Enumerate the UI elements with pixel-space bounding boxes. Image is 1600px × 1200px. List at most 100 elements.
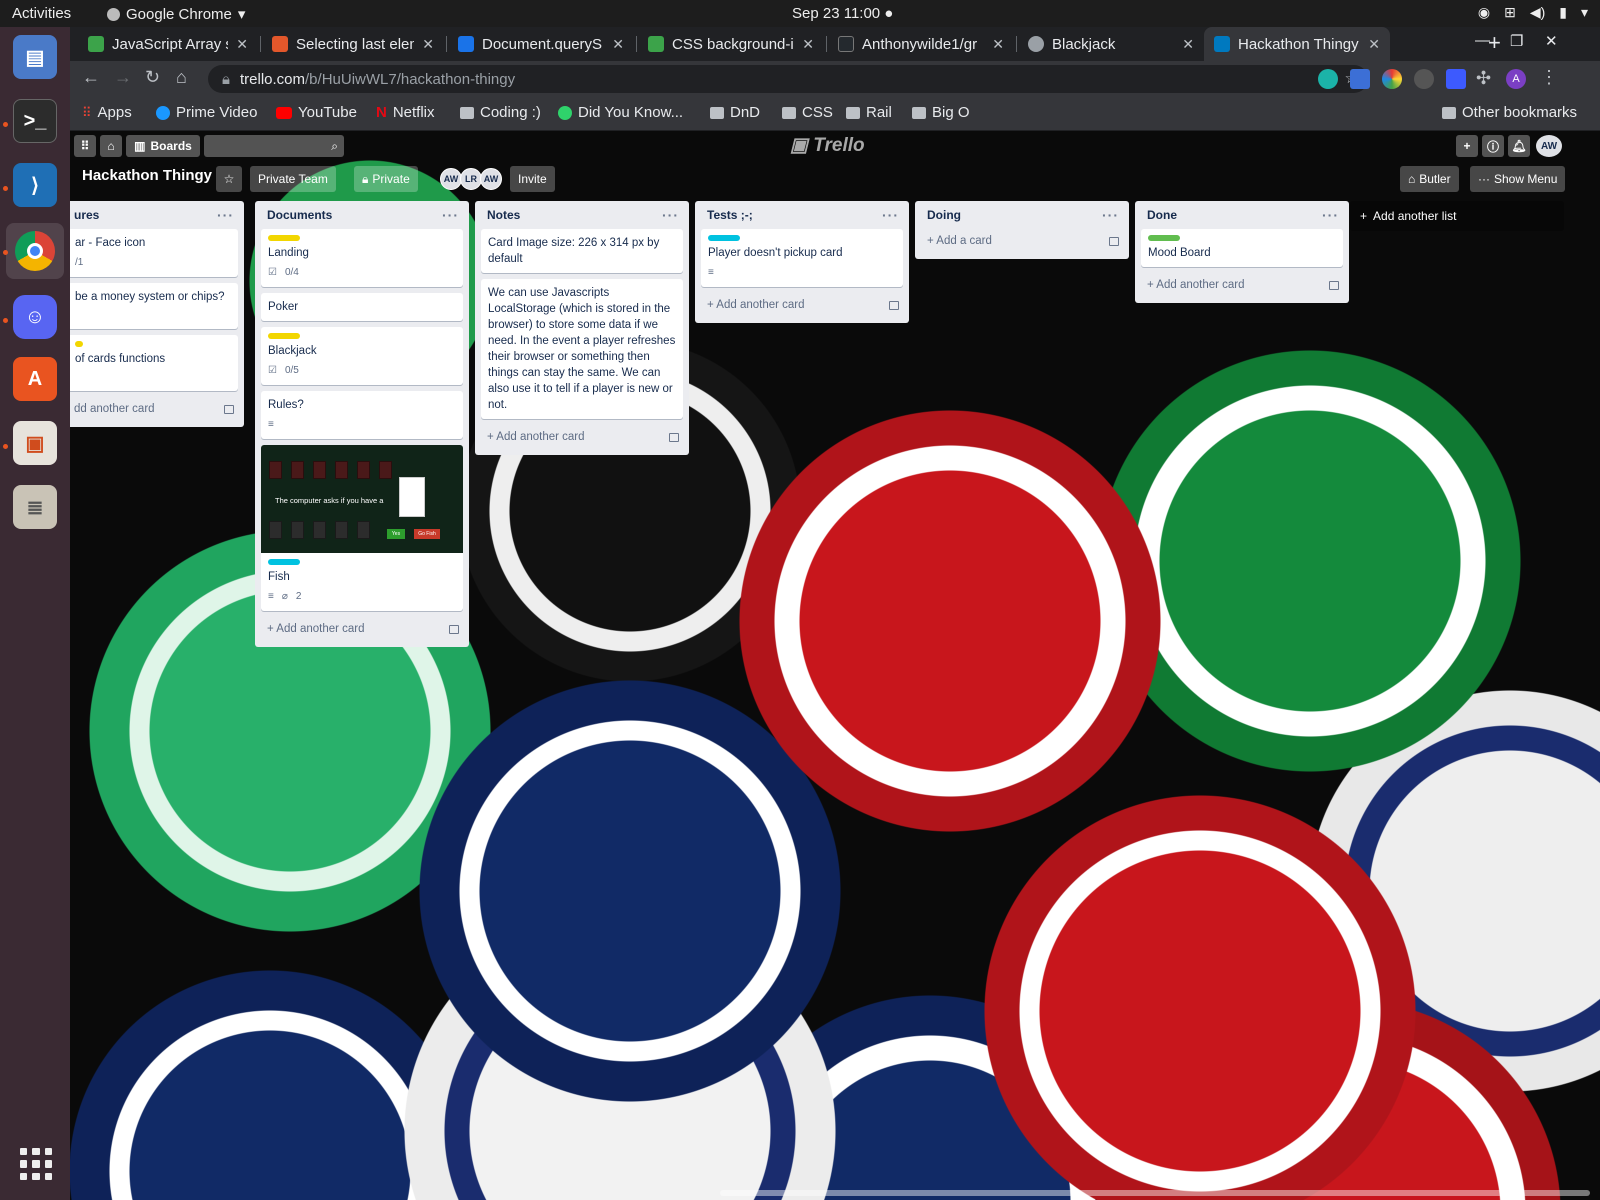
create-plus-icon[interactable]: +: [1456, 135, 1478, 157]
bookmark-folder-css[interactable]: CSS: [782, 104, 833, 121]
browser-tab[interactable]: Blackjack ✕: [1018, 27, 1204, 61]
list-header[interactable]: Notes ···: [481, 201, 683, 229]
close-window-button[interactable]: ✕: [1545, 32, 1558, 50]
chrome-menu-icon[interactable]: ⋮: [1540, 67, 1558, 88]
star-board-icon[interactable]: ☆: [216, 166, 242, 192]
browser-tab[interactable]: Document.queryS ✕: [448, 27, 634, 61]
list-header[interactable]: Doing ···: [921, 201, 1123, 229]
volume-icon[interactable]: ◀): [1530, 4, 1545, 21]
bookmark-netflix[interactable]: N Netflix: [376, 104, 435, 121]
maximize-button[interactable]: ❐: [1510, 32, 1523, 50]
card-template-icon[interactable]: [1109, 236, 1119, 246]
bookmark-apps[interactable]: ⠿ Apps: [82, 104, 132, 121]
discord-tray-icon[interactable]: ◉: [1478, 4, 1490, 21]
list-menu-icon[interactable]: ···: [662, 207, 679, 223]
home-icon[interactable]: ⌂: [100, 135, 122, 157]
back-arrow-icon[interactable]: ←: [82, 67, 100, 88]
list-header[interactable]: Tests ;-; ···: [701, 201, 903, 229]
bookmark-prime-video[interactable]: Prime Video: [156, 104, 257, 121]
discord-icon[interactable]: ☺: [13, 295, 57, 339]
add-card-button[interactable]: + Add a card: [921, 229, 1123, 253]
bookmark-folder-big-o[interactable]: Big O: [912, 104, 970, 121]
card[interactable]: Poker: [261, 293, 463, 321]
team-button[interactable]: Private Team: [250, 166, 336, 192]
extension-image-icon[interactable]: [1350, 69, 1370, 89]
other-bookmarks[interactable]: Other bookmarks: [1442, 104, 1577, 121]
card[interactable]: ar - Face icon /1: [70, 229, 238, 277]
user-avatar[interactable]: AW: [1536, 135, 1562, 157]
files-icon[interactable]: ▤: [13, 35, 57, 79]
notification-bell-icon[interactable]: 🔔︎: [1508, 135, 1530, 157]
power-menu-icon[interactable]: ▾: [1581, 4, 1588, 21]
add-card-button[interactable]: + Add another card: [1141, 273, 1343, 297]
card[interactable]: Rules? ≡: [261, 391, 463, 439]
software-center-icon[interactable]: A: [13, 357, 57, 401]
add-card-button[interactable]: + Add another card: [481, 425, 683, 449]
show-menu-button[interactable]: ··· Show Menu: [1470, 166, 1566, 192]
bookmark-folder-dnd[interactable]: DnD: [710, 104, 760, 121]
add-card-button[interactable]: dd another card: [70, 397, 238, 421]
bookmark-folder-rail[interactable]: Rail: [846, 104, 892, 121]
card[interactable]: of cards functions: [70, 335, 238, 391]
close-tab-icon[interactable]: ✕: [802, 36, 814, 53]
board-horizontal-scrollbar[interactable]: [720, 1190, 1590, 1196]
list-menu-icon[interactable]: ···: [882, 207, 899, 223]
show-applications-icon[interactable]: [20, 1148, 52, 1180]
add-list-button[interactable]: + Add another list: [1350, 201, 1564, 231]
browser-tab[interactable]: Anthonywilde1/gr ✕: [828, 27, 1014, 61]
member-avatar[interactable]: AW: [480, 168, 502, 190]
archive-manager-icon[interactable]: ≣: [13, 485, 57, 529]
add-card-button[interactable]: + Add another card: [701, 293, 903, 317]
card-template-icon[interactable]: [889, 300, 899, 310]
extensions-puzzle-icon[interactable]: ✣: [1476, 68, 1491, 89]
minimize-button[interactable]: —: [1475, 32, 1490, 49]
card-template-icon[interactable]: [1329, 280, 1339, 290]
terminal-icon[interactable]: >_: [13, 99, 57, 143]
clock[interactable]: Sep 23 11:00 ●: [792, 5, 893, 22]
reload-icon[interactable]: ↻: [145, 67, 160, 88]
boards-button[interactable]: ▥ Boards: [126, 135, 200, 157]
card-template-icon[interactable]: [449, 624, 459, 634]
profile-avatar[interactable]: A: [1506, 69, 1526, 89]
card[interactable]: Mood Board: [1141, 229, 1343, 267]
list-menu-icon[interactable]: ···: [1322, 207, 1339, 223]
color-picker-icon[interactable]: [1382, 69, 1402, 89]
card[interactable]: Blackjack ☑ 0/5: [261, 327, 463, 385]
chrome-dock-icon[interactable]: [6, 223, 64, 279]
home-icon[interactable]: ⌂: [176, 67, 187, 88]
bookmark-youtube[interactable]: YouTube: [276, 104, 357, 121]
butler-button[interactable]: ⌂ Butler: [1400, 166, 1459, 192]
list-header[interactable]: ures ···: [70, 201, 238, 229]
extension-w-icon[interactable]: [1414, 69, 1434, 89]
close-tab-icon[interactable]: ✕: [1368, 36, 1380, 53]
close-tab-icon[interactable]: ✕: [992, 36, 1004, 53]
card[interactable]: Card Image size: 226 x 314 px by default: [481, 229, 683, 273]
card[interactable]: We can use Javascripts LocalStorage (whi…: [481, 279, 683, 419]
app-menu[interactable]: Google Chrome ▾: [107, 5, 245, 23]
member-avatar[interactable]: LR: [460, 168, 482, 190]
list-menu-icon[interactable]: ···: [1102, 207, 1119, 223]
close-tab-icon[interactable]: ✕: [1182, 36, 1194, 53]
extension-m-icon[interactable]: [1318, 69, 1338, 89]
vscode-icon[interactable]: ⟩: [13, 163, 57, 207]
bookmark-did-you-know[interactable]: Did You Know...: [558, 104, 683, 121]
list-header[interactable]: Documents ···: [261, 201, 463, 229]
close-tab-icon[interactable]: ✕: [422, 36, 434, 53]
add-card-button[interactable]: + Add another card: [261, 617, 463, 641]
trello-logo[interactable]: ▣ Trello: [790, 134, 865, 157]
bookmark-folder-coding[interactable]: Coding :): [460, 104, 541, 121]
apps-grid-icon[interactable]: ⠿: [74, 135, 96, 157]
close-tab-icon[interactable]: ✕: [236, 36, 248, 53]
network-icon[interactable]: ⊞: [1504, 4, 1516, 21]
visibility-button[interactable]: 🔒︎ Private: [354, 166, 418, 192]
battery-icon[interactable]: ▮: [1559, 4, 1567, 21]
activities-button[interactable]: Activities: [12, 5, 71, 22]
list-menu-icon[interactable]: ···: [442, 207, 459, 223]
address-bar[interactable]: 🔒︎ trello.com/b/HuUiwWL7/hackathon-thing…: [208, 65, 1368, 93]
impress-icon[interactable]: ▣: [13, 421, 57, 465]
browser-tab[interactable]: JavaScript Array sl ✕: [78, 27, 258, 61]
member-avatar[interactable]: AW: [440, 168, 462, 190]
browser-tab[interactable]: CSS background-i ✕: [638, 27, 824, 61]
info-icon[interactable]: ⓘ: [1482, 135, 1504, 157]
card[interactable]: Landing ☑ 0/4: [261, 229, 463, 287]
